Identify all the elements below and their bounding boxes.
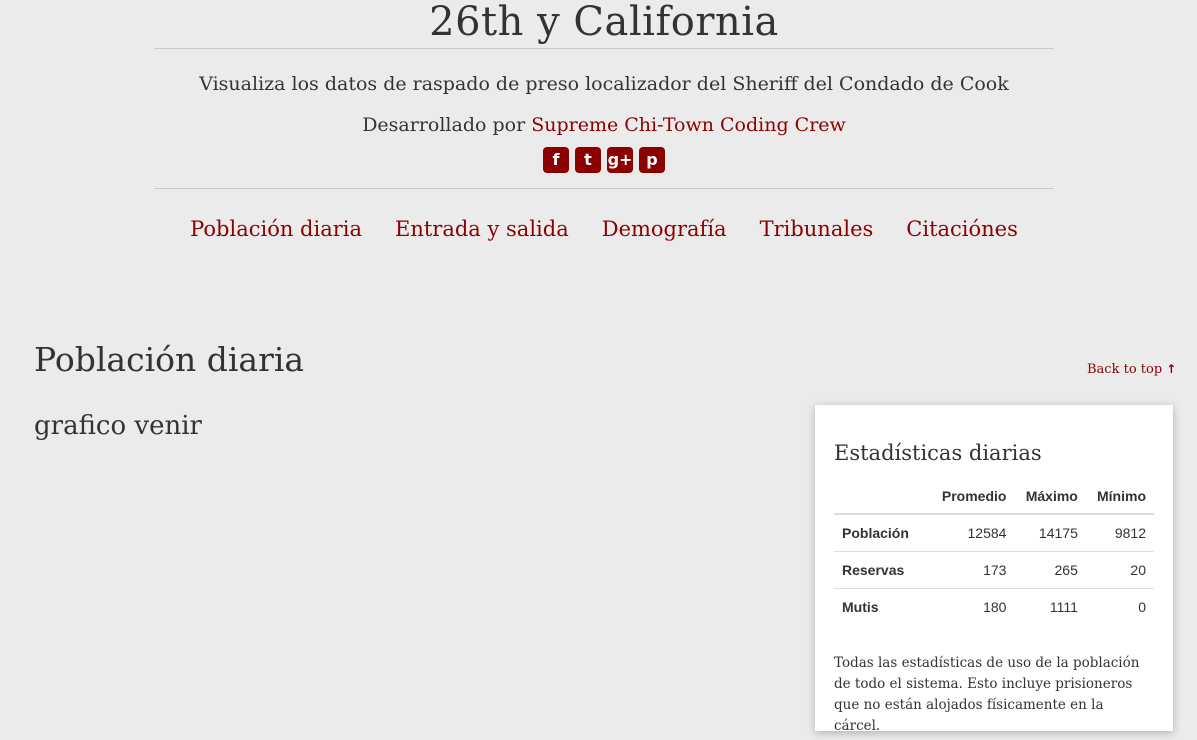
stats-note: Todas las estadísticas de uso de la pobl… — [834, 655, 1140, 734]
chart-placeholder: grafico venir — [34, 411, 202, 441]
site-tagline: Visualiza los datos de raspado de preso … — [199, 73, 1009, 95]
table-row: Población 12584 14175 9812 — [834, 514, 1154, 552]
row-label: Mutis — [834, 588, 930, 625]
row-label: Reservas — [834, 551, 930, 589]
table-cell: 14175 — [1038, 525, 1078, 541]
nav-item-demografia[interactable]: Demografía — [602, 215, 727, 243]
site-title: 26th y California — [429, 0, 779, 45]
header-divider-bottom — [154, 188, 1054, 189]
table-cell: 180 — [930, 588, 1015, 625]
site-header: 26th y California Visualiza los datos de… — [154, 0, 1054, 243]
stats-table: Promedio Máximo Mínimo Población 12584 1… — [834, 479, 1154, 625]
table-cell: 0 — [1085, 588, 1154, 625]
table-cell: 265 — [1014, 551, 1086, 589]
table-cell: 20 — [1085, 551, 1154, 589]
google-plus-icon[interactable]: g+ — [607, 147, 633, 173]
nav-item-entrada-y-salida[interactable]: Entrada y salida — [395, 215, 569, 243]
stats-title: Estadísticas diarias — [834, 441, 1042, 465]
table-cell: 12584 — [967, 525, 1007, 541]
twitter-icon[interactable]: t — [575, 147, 601, 173]
social-links: f t g+ p — [154, 147, 1054, 175]
daily-stats-panel: Estadísticas diarias Promedio Máximo Mín… — [815, 405, 1173, 734]
nav-item-poblacion-diaria[interactable]: Población diaria — [190, 215, 362, 243]
nav-item-citaciones[interactable]: Citaciónes — [906, 215, 1018, 243]
back-to-top-link[interactable]: Back to top ↑ — [1087, 361, 1176, 378]
stats-header-row: Promedio Máximo Mínimo — [834, 479, 1154, 515]
row-label: Población — [842, 525, 909, 541]
arrow-up-icon: ↑ — [1166, 362, 1177, 376]
table-cell: 9812 — [1114, 525, 1146, 541]
column-header-maximo: Máximo — [1014, 479, 1086, 515]
byline-prefix: Desarrollado por — [362, 114, 532, 136]
nav-item-tribunales[interactable]: Tribunales — [760, 215, 874, 243]
site-byline: Desarrollado por Supreme Chi-Town Coding… — [154, 112, 1054, 138]
column-header-minimo: Mínimo — [1085, 479, 1154, 515]
pinterest-icon[interactable]: p — [639, 147, 665, 173]
table-row: Mutis 180 1111 0 — [834, 588, 1154, 625]
facebook-icon[interactable]: f — [543, 147, 569, 173]
stats-corner-cell — [834, 479, 930, 515]
back-to-top-label: Back to top — [1087, 362, 1163, 377]
main-nav: Población diaria Entrada y salida Demogr… — [154, 215, 1054, 243]
column-header-promedio: Promedio — [930, 479, 1015, 515]
table-cell: 173 — [930, 551, 1015, 589]
table-row: Reservas 173 265 20 — [834, 551, 1154, 589]
section-title: Población diaria — [34, 340, 305, 379]
table-cell: 1111 — [1014, 588, 1086, 625]
byline-link[interactable]: Supreme Chi-Town Coding Crew — [531, 114, 846, 136]
header-divider-top — [154, 48, 1054, 49]
